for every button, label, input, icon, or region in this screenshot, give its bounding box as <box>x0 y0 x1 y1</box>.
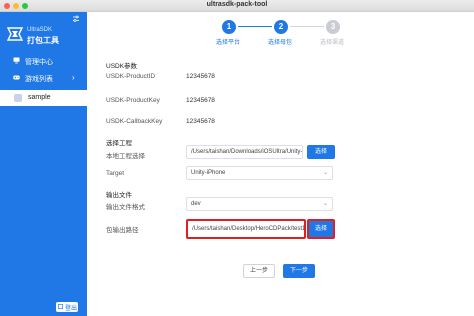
previous-step-button[interactable]: 上一步 <box>243 264 275 278</box>
callback-key-label: USDK-CallbackKey <box>106 118 163 125</box>
window-title: ultrasdk-pack-tool <box>206 1 268 8</box>
chevron-right-icon[interactable]: › <box>72 73 75 82</box>
step-connector <box>290 26 324 27</box>
output-format-label: 输出文件格式 <box>106 204 145 211</box>
gamepad-icon <box>13 75 20 80</box>
project-section-title: 选择工程 <box>106 140 132 147</box>
output-browse-label: 选择 <box>314 226 327 232</box>
product-key-value: 12345678 <box>186 97 215 104</box>
step-3-label: 选择渠道 <box>320 40 345 46</box>
sidebar-item-label: sample <box>28 94 51 101</box>
logout-icon <box>58 304 63 309</box>
target-select[interactable]: Unity-iPhone ⌄ <box>186 166 333 180</box>
project-browse-button[interactable]: 选择 <box>307 145 335 159</box>
step-2-indicator: 2 <box>274 20 288 34</box>
local-project-label: 本地工程选择 <box>106 153 145 160</box>
monitor-icon <box>13 57 20 64</box>
usdk-section-title: USDK参数 <box>106 63 138 70</box>
product-key-label: USDK-ProductKey <box>106 97 160 104</box>
logout-label: 登出 <box>65 306 78 312</box>
app-window: ultrasdk-pack-tool UltraSDK 打包工具 管理中心 游戏… <box>0 0 474 316</box>
ultrasdk-logo-icon <box>6 27 24 41</box>
brand-name: UltraSDK <box>27 27 53 33</box>
output-path-input[interactable]: /Users/taishan/Desktop/HeroCDPack/test12 <box>186 219 306 239</box>
sidebar: UltraSDK 打包工具 管理中心 游戏列表 › sample 登出 <box>0 12 87 316</box>
chevron-down-icon: ⌄ <box>322 170 328 176</box>
target-select-value: Unity-iPhone <box>191 170 226 176</box>
progress-stepper: 1 2 3 选择平台 选择母包 选择渠道 <box>200 18 360 48</box>
chevron-down-icon: ⌄ <box>322 201 328 207</box>
title-bar: ultrasdk-pack-tool <box>0 0 474 12</box>
project-path-input[interactable]: /Users/taishan/Downloads/iOSUltra/Unity-… <box>186 145 303 159</box>
sliders-icon[interactable] <box>72 15 80 23</box>
product-id-label: USDK-ProductID <box>106 73 156 80</box>
output-path-label: 包输出路径 <box>106 227 139 234</box>
step-connector <box>238 26 272 27</box>
target-label: Target <box>106 170 125 177</box>
game-avatar <box>14 94 22 102</box>
step-2-label: 选择母包 <box>268 40 293 46</box>
sidebar-item-label: 游戏列表 <box>25 76 53 83</box>
output-format-value: dev <box>191 201 201 207</box>
product-id-value: 12345678 <box>186 73 215 80</box>
next-step-button[interactable]: 下一步 <box>283 264 315 278</box>
sidebar-item-games[interactable]: 游戏列表 › <box>0 70 87 86</box>
output-browse-button[interactable]: 选择 <box>307 219 335 239</box>
step-1-indicator: 1 <box>222 20 236 34</box>
sidebar-item-management[interactable]: 管理中心 <box>0 53 87 69</box>
step-1-label: 选择平台 <box>216 40 241 46</box>
callback-key-value: 12345678 <box>186 118 215 125</box>
brand-title: 打包工具 <box>27 36 59 45</box>
sidebar-item-sample[interactable]: sample <box>0 90 87 106</box>
sidebar-item-label: 管理中心 <box>25 59 53 66</box>
output-format-select[interactable]: dev ⌄ <box>186 197 333 211</box>
output-section-title: 输出文件 <box>106 192 132 199</box>
step-3-indicator: 3 <box>326 20 340 34</box>
logout-button[interactable]: 登出 <box>56 302 78 312</box>
